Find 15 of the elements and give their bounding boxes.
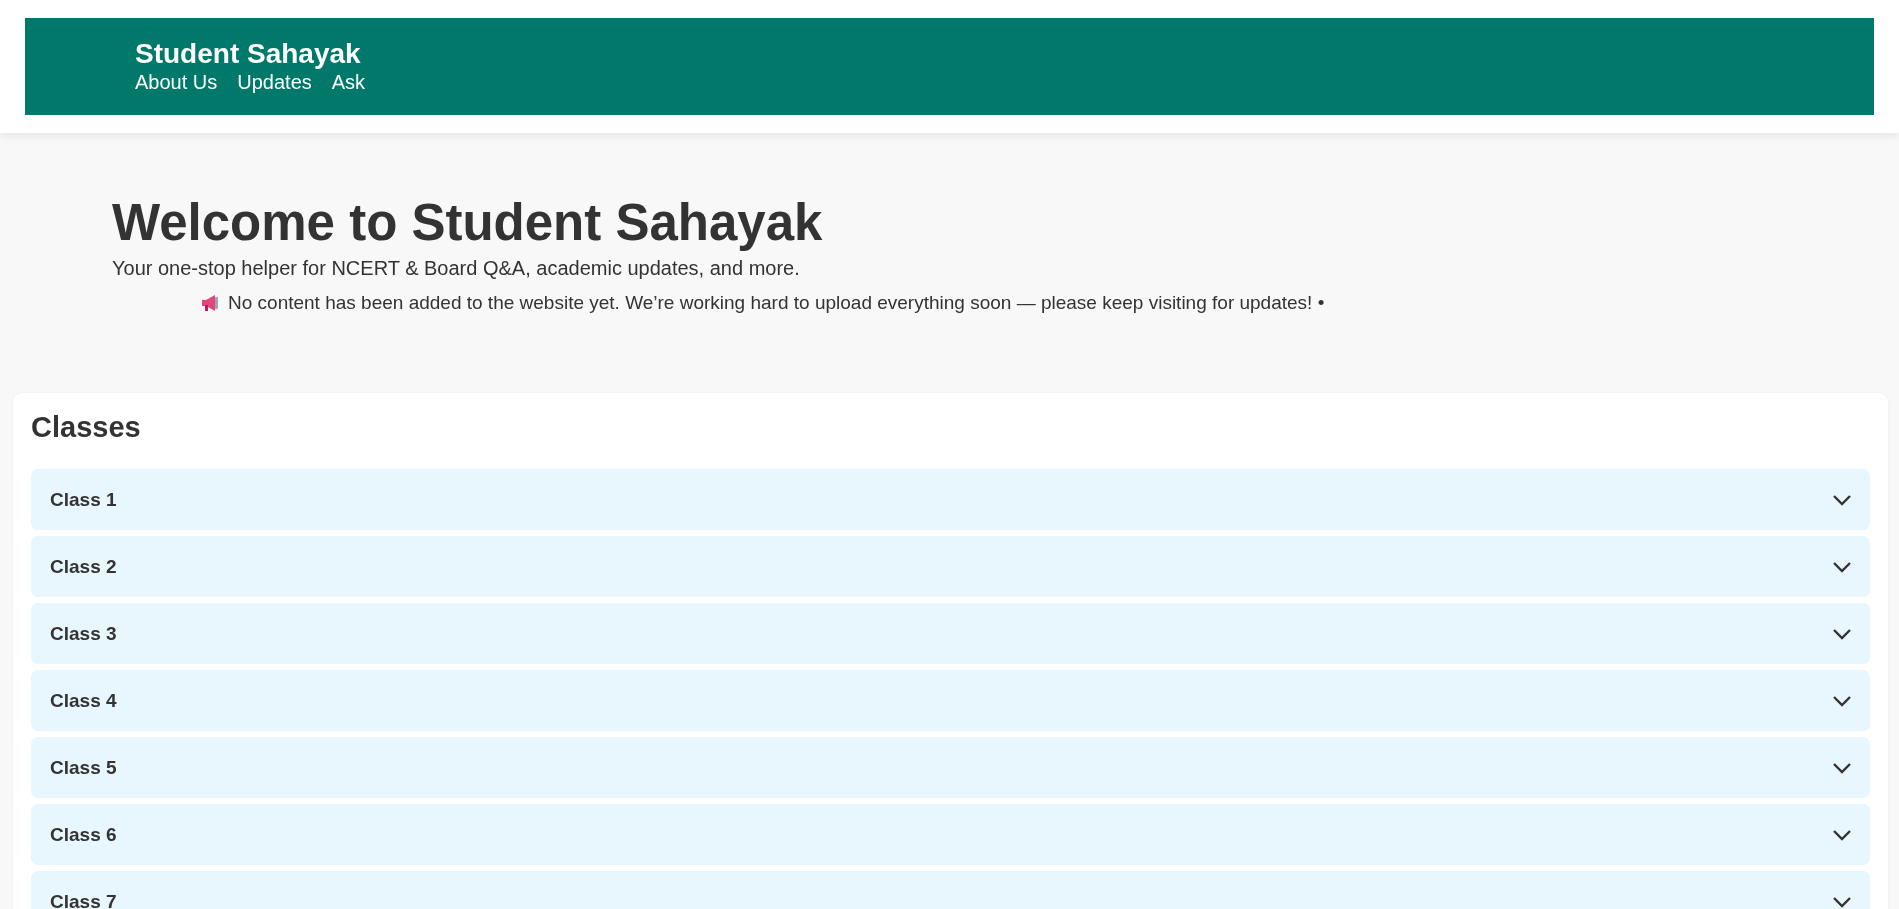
nav-link[interactable]: Ask xyxy=(331,71,366,93)
site-title: Student Sahayak xyxy=(135,38,362,70)
page-subtitle: Your one-stop helper for NCERT & Board Q&A, academic updates, and more. xyxy=(112,256,801,281)
notice-text: No content has been added to the website yet. We’re working hard to upload everything soon — please keep visiting for updates! • xyxy=(228,291,1325,315)
accordion-item[interactable]: Class 2 xyxy=(31,536,1870,597)
accordion-item[interactable]: Class 7 xyxy=(31,871,1870,909)
page-heading: Welcome to Student Sahayak xyxy=(112,193,824,253)
nav-link[interactable]: Updates xyxy=(237,71,312,93)
nav-link[interactable]: About Us xyxy=(135,71,218,93)
accordion-item[interactable]: Class 5 xyxy=(31,737,1870,798)
accordion-item[interactable]: Class 3 xyxy=(31,603,1870,664)
accordion-item[interactable]: Class 6 xyxy=(31,804,1870,865)
section-title: Classes xyxy=(31,410,142,445)
accordion-item[interactable]: Class 4 xyxy=(31,670,1870,731)
accordion-item[interactable]: Class 1 xyxy=(31,469,1870,530)
